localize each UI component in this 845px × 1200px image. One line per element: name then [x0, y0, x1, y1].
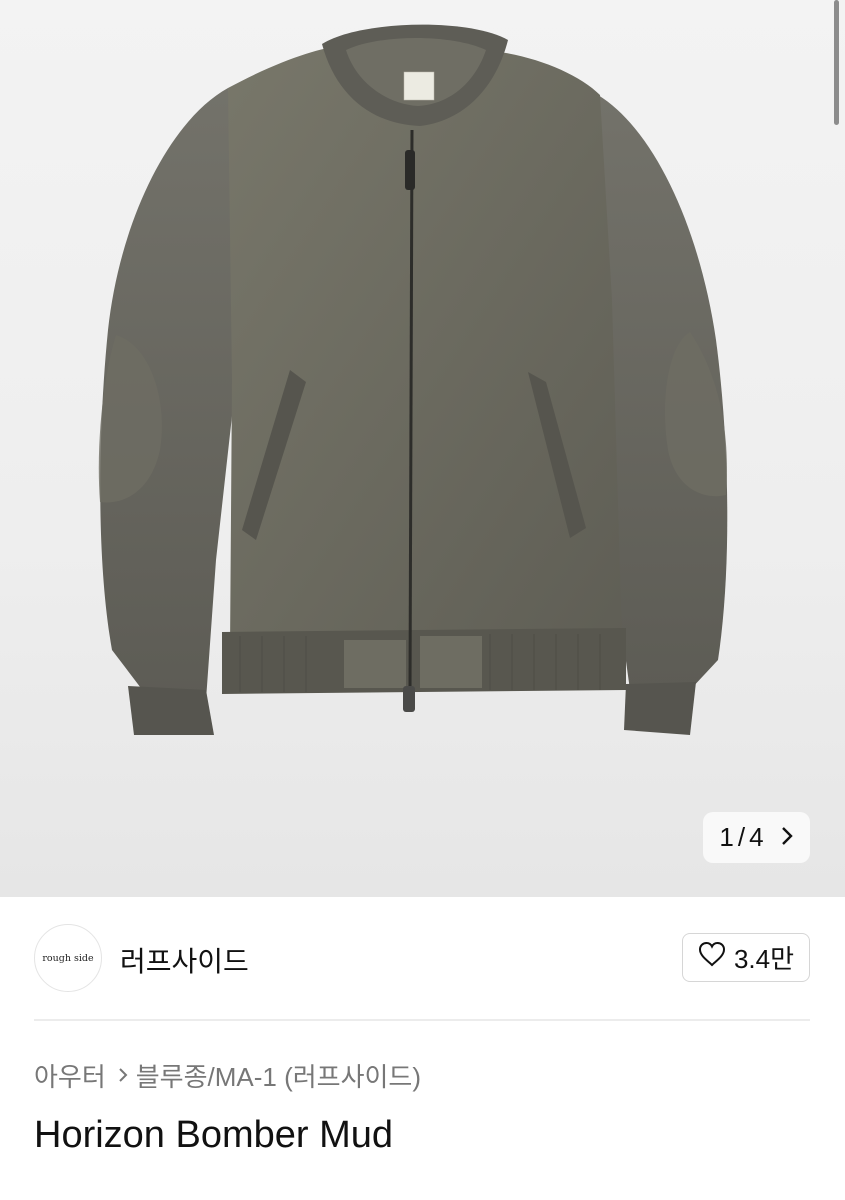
- breadcrumb-subcategory[interactable]: 블루종/MA-1 (러프사이드): [136, 1057, 421, 1094]
- chevron-right-icon[interactable]: [780, 825, 794, 851]
- breadcrumb-category[interactable]: 아우터: [34, 1057, 106, 1094]
- pager-total: 4: [749, 822, 764, 852]
- brand-logo[interactable]: rough side: [34, 924, 102, 992]
- heart-icon: [698, 941, 726, 974]
- scrollbar[interactable]: [834, 0, 839, 125]
- image-pager[interactable]: 1 / 4: [703, 812, 810, 863]
- product-title: Horizon Bomber Mud: [34, 1114, 394, 1156]
- like-count: 3.4만: [733, 944, 795, 974]
- pager-separator: /: [737, 822, 746, 852]
- like-button[interactable]: 3.4만: [682, 933, 810, 982]
- product-image: [98, 24, 728, 735]
- product-image-gallery[interactable]: 1 / 4: [0, 0, 845, 897]
- brand-row: rough side 러프사이드 3.4만: [34, 924, 810, 992]
- brand-name[interactable]: 러프사이드: [120, 940, 249, 980]
- chevron-right-icon: [118, 1062, 128, 1090]
- breadcrumb: 아우터 블루종/MA-1 (러프사이드): [34, 1057, 421, 1094]
- brand-logo-text: rough side: [42, 952, 94, 964]
- pager-current: 1: [719, 822, 734, 852]
- divider: [34, 1019, 810, 1021]
